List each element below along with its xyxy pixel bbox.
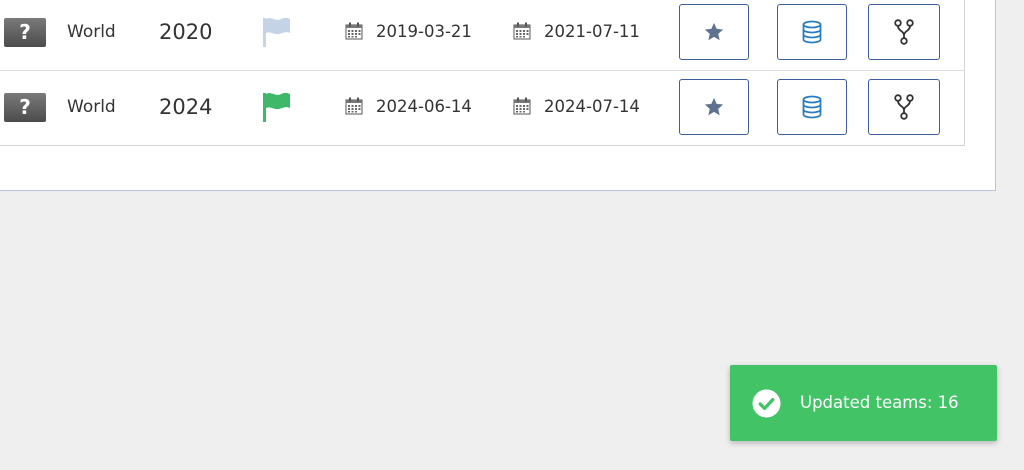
- fork-icon: [894, 94, 914, 120]
- start-date: 2024-06-14: [376, 97, 472, 116]
- database-button[interactable]: [777, 79, 847, 135]
- year-label: 2020: [159, 20, 213, 44]
- fork-button[interactable]: [868, 79, 940, 135]
- calendar-icon: [345, 97, 363, 115]
- favorite-button[interactable]: [679, 79, 749, 135]
- flag-icon[interactable]: [262, 16, 292, 48]
- question-mark-icon: ?: [4, 93, 46, 122]
- database-button[interactable]: [777, 4, 847, 60]
- success-toast[interactable]: Updated teams: 16: [730, 365, 997, 441]
- region-label: World: [67, 22, 116, 42]
- region-label: World: [67, 97, 116, 117]
- calendar-icon: [513, 97, 531, 115]
- year-label: 2024: [159, 95, 213, 119]
- table-row: ? World 2020 2019-03-21 2021-07-11: [0, 0, 964, 68]
- calendar-icon: [513, 22, 531, 40]
- fork-button[interactable]: [868, 4, 940, 60]
- end-date: 2024-07-14: [544, 97, 640, 116]
- favorite-button[interactable]: [679, 4, 749, 60]
- table-row: ? World 2024 2024-06-14 2024-07-14: [0, 70, 964, 143]
- teams-panel: ? World 2020 2019-03-21 2021-07-11 ? Wor…: [0, 0, 996, 191]
- database-icon: [802, 20, 822, 44]
- database-icon: [802, 95, 822, 119]
- star-icon: [704, 97, 724, 116]
- toast-message: Updated teams: 16: [800, 393, 959, 412]
- fork-icon: [894, 19, 914, 45]
- star-icon: [704, 22, 724, 41]
- flag-icon[interactable]: [262, 91, 292, 123]
- end-date: 2021-07-11: [544, 22, 640, 41]
- calendar-icon: [345, 22, 363, 40]
- teams-table: ? World 2020 2019-03-21 2021-07-11 ? Wor…: [0, 0, 965, 146]
- check-circle-icon: [752, 389, 781, 418]
- question-mark-icon: ?: [4, 18, 46, 47]
- start-date: 2019-03-21: [376, 22, 472, 41]
